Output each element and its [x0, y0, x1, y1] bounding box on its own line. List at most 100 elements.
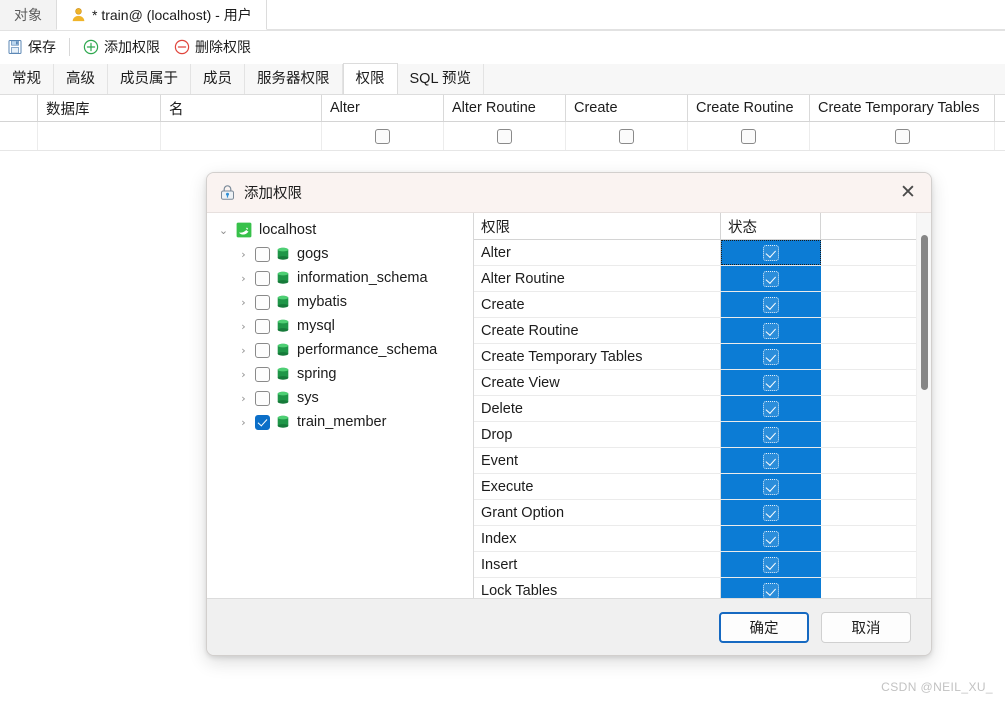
permission-status-cell[interactable] [721, 578, 821, 598]
alter-checkbox[interactable] [375, 128, 390, 144]
cancel-button[interactable]: 取消 [821, 611, 911, 643]
checked-checkbox-icon[interactable] [763, 556, 779, 573]
table-row[interactable]: Drop [474, 422, 931, 448]
table-row[interactable]: Create View [474, 370, 931, 396]
chevron-right-icon[interactable]: › [236, 392, 251, 405]
permission-table-scrollbar[interactable] [916, 213, 931, 598]
row-create-routine-cell[interactable] [688, 122, 810, 150]
permission-status-cell[interactable] [721, 344, 821, 369]
table-row[interactable]: Delete [474, 396, 931, 422]
checked-checkbox-icon[interactable] [763, 270, 779, 287]
checked-checkbox-icon[interactable] [763, 530, 779, 547]
tree-checkbox[interactable] [255, 318, 270, 334]
checked-checkbox-icon[interactable] [763, 296, 779, 313]
tree-checkbox[interactable] [255, 270, 270, 286]
table-row[interactable]: Insert [474, 552, 931, 578]
checked-checkbox-icon[interactable] [763, 322, 779, 339]
chevron-right-icon[interactable]: › [236, 320, 251, 333]
permission-status-cell[interactable] [721, 474, 821, 499]
grid-header-create-temporary-tables[interactable]: Create Temporary Tables [810, 95, 995, 121]
permission-status-cell[interactable] [721, 526, 821, 551]
permission-status-cell[interactable] [721, 370, 821, 395]
tree-node-performance-schema[interactable]: › performance_schema [207, 338, 473, 362]
close-icon[interactable]: ✕ [893, 179, 923, 207]
tree-node-information-schema[interactable]: › information_schema [207, 266, 473, 290]
checked-checkbox-icon[interactable] [763, 426, 779, 443]
tree-node-mybatis[interactable]: › mybatis [207, 290, 473, 314]
tree-checkbox[interactable] [255, 366, 270, 382]
create-routine-checkbox[interactable] [741, 128, 756, 144]
row-name-cell[interactable] [161, 122, 322, 150]
tree-checkbox[interactable] [255, 294, 270, 310]
tab-advanced[interactable]: 高级 [54, 64, 108, 94]
tree-checkbox[interactable] [255, 342, 270, 358]
permission-status-cell[interactable] [721, 266, 821, 291]
row-alter-routine-cell[interactable] [444, 122, 566, 150]
create-temporary-tables-checkbox[interactable] [894, 128, 910, 144]
tab-privileges[interactable]: 权限 [342, 63, 398, 94]
create-checkbox[interactable] [619, 128, 634, 144]
chevron-right-icon[interactable]: › [236, 344, 251, 357]
table-row[interactable]: Alter Routine [474, 266, 931, 292]
permission-status-cell[interactable] [721, 552, 821, 577]
tree-node-spring[interactable]: › spring [207, 362, 473, 386]
permission-status-cell[interactable] [721, 318, 821, 343]
tree-checkbox[interactable] [255, 246, 270, 262]
table-row[interactable]: Create Temporary Tables [474, 344, 931, 370]
checked-checkbox-icon[interactable] [763, 452, 779, 469]
alter-routine-checkbox[interactable] [497, 128, 512, 144]
tab-general[interactable]: 常规 [0, 64, 54, 94]
row-alter-cell[interactable] [322, 122, 444, 150]
table-row[interactable]: Lock Tables [474, 578, 931, 598]
permission-status-cell[interactable] [721, 500, 821, 525]
permission-status-cell[interactable] [721, 240, 821, 265]
checked-checkbox-icon[interactable] [763, 478, 779, 495]
grid-header-create-routine[interactable]: Create Routine [688, 95, 810, 121]
table-row[interactable]: Grant Option [474, 500, 931, 526]
permission-column-header[interactable]: 权限 [474, 213, 721, 239]
checked-checkbox-icon[interactable] [763, 582, 779, 598]
checked-checkbox-icon[interactable] [763, 504, 779, 521]
tab-sql-preview[interactable]: SQL 预览 [397, 64, 485, 94]
checked-checkbox-icon[interactable] [763, 400, 779, 417]
tree-node-mysql[interactable]: › mysql [207, 314, 473, 338]
document-tab-train-user[interactable]: * train@ (localhost) - 用户 [56, 0, 267, 30]
tab-member-of[interactable]: 成员属于 [108, 64, 191, 94]
tree-node-train-member[interactable]: › train_member [207, 410, 473, 434]
grid-header-alter-routine[interactable]: Alter Routine [444, 95, 566, 121]
permission-status-cell[interactable] [721, 448, 821, 473]
save-button[interactable]: 保存 [0, 34, 63, 60]
ok-button[interactable]: 确定 [719, 611, 809, 643]
table-row[interactable]: Index [474, 526, 931, 552]
tree-checkbox[interactable] [255, 390, 270, 406]
grid-header-create[interactable]: Create [566, 95, 688, 121]
scrollbar-thumb[interactable] [921, 235, 928, 390]
table-row[interactable]: Execute [474, 474, 931, 500]
tab-members[interactable]: 成员 [191, 64, 245, 94]
tab-server-privileges[interactable]: 服务器权限 [245, 64, 343, 94]
row-create-cell[interactable] [566, 122, 688, 150]
grid-header-name[interactable]: 名 [161, 95, 322, 121]
chevron-down-icon[interactable]: ⌄ [216, 224, 231, 237]
grid-header-alter[interactable]: Alter [322, 95, 444, 121]
tree-node-sys[interactable]: › sys [207, 386, 473, 410]
chevron-right-icon[interactable]: › [236, 296, 251, 309]
chevron-right-icon[interactable]: › [236, 248, 251, 261]
chevron-right-icon[interactable]: › [236, 368, 251, 381]
remove-privilege-button[interactable]: 删除权限 [167, 34, 258, 60]
permission-status-cell[interactable] [721, 292, 821, 317]
table-row[interactable] [0, 122, 1005, 151]
tree-checkbox[interactable] [255, 414, 270, 430]
grid-header-database[interactable]: 数据库 [38, 95, 161, 121]
table-row[interactable]: Event [474, 448, 931, 474]
status-column-header[interactable]: 状态 [721, 213, 821, 239]
row-database-cell[interactable] [38, 122, 161, 150]
checked-checkbox-icon[interactable] [763, 348, 779, 365]
table-row[interactable]: Alter [474, 240, 931, 266]
tree-node-localhost[interactable]: ⌄ localhost [207, 218, 473, 242]
table-row[interactable]: Create [474, 292, 931, 318]
permission-status-cell[interactable] [721, 422, 821, 447]
document-tab-objects[interactable]: 对象 [0, 0, 56, 30]
database-tree[interactable]: ⌄ localhost › gogs › information_schema … [207, 213, 474, 598]
table-row[interactable]: Create Routine [474, 318, 931, 344]
